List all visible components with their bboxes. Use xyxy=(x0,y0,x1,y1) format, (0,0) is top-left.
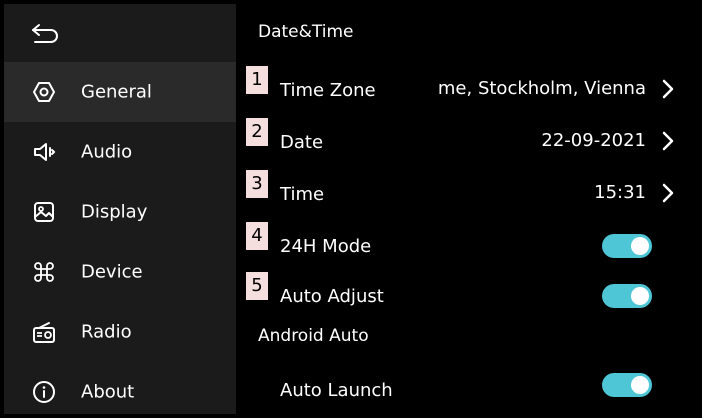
auto-adjust-toggle[interactable] xyxy=(602,284,652,308)
time-zone-row[interactable]: 1 Time Zone me, Stockholm, Vienna xyxy=(236,66,698,110)
section-title-date-time: Date&Time xyxy=(258,22,354,42)
sidebar-item-label: General xyxy=(81,81,152,103)
date-row[interactable]: 2 Date 22-09-2021 xyxy=(236,118,698,162)
row-number-badge: 1 xyxy=(246,66,268,94)
toggle-knob xyxy=(631,237,649,255)
section-title-android-auto: Android Auto xyxy=(258,326,369,346)
sidebar-item-label: Radio xyxy=(81,321,132,343)
auto-adjust-row: 5 Auto Adjust xyxy=(236,272,698,316)
24h-mode-row: 4 24H Mode xyxy=(236,222,698,266)
toggle-knob xyxy=(631,376,649,394)
settings-screen: General Audio Display Device Radio About… xyxy=(4,4,698,414)
auto-launch-row: Auto Launch xyxy=(236,366,698,410)
time-row[interactable]: 3 Time 15:31 xyxy=(236,170,698,214)
sidebar-item-label: Audio xyxy=(81,141,133,163)
time-zone-value: me, Stockholm, Vienna xyxy=(437,78,646,99)
24h-mode-toggle[interactable] xyxy=(602,234,652,258)
main-panel: Date&Time 1 Time Zone me, Stockholm, Vie… xyxy=(236,4,698,414)
time-value: 15:31 xyxy=(594,182,646,203)
settings-hexagon-icon xyxy=(33,82,55,102)
info-icon xyxy=(33,381,55,403)
chevron-right-icon xyxy=(662,131,674,151)
sidebar-item-audio[interactable]: Audio xyxy=(4,122,236,182)
row-label: 24H Mode xyxy=(280,236,372,257)
sidebar-item-device[interactable]: Device xyxy=(4,242,236,302)
row-number-badge: 3 xyxy=(246,170,268,198)
row-number-badge: 2 xyxy=(246,118,268,146)
chevron-right-icon xyxy=(662,183,674,203)
radio-icon xyxy=(33,322,55,343)
toggle-knob xyxy=(631,287,649,305)
sidebar-item-about[interactable]: About xyxy=(4,362,236,414)
row-label: Time xyxy=(280,184,325,205)
chevron-right-icon xyxy=(662,79,674,99)
row-label: Time Zone xyxy=(280,80,376,101)
speaker-icon xyxy=(34,143,56,161)
sidebar-item-display[interactable]: Display xyxy=(4,182,236,242)
date-value: 22-09-2021 xyxy=(541,130,646,151)
sidebar: General Audio Display Device Radio About xyxy=(4,4,236,414)
row-number-badge: 5 xyxy=(246,272,268,300)
sidebar-item-radio[interactable]: Radio xyxy=(4,302,236,362)
command-icon xyxy=(34,262,54,282)
row-label: Auto Launch xyxy=(280,380,393,401)
row-label: Date xyxy=(280,132,324,153)
sidebar-item-label: Display xyxy=(81,201,148,223)
auto-launch-toggle[interactable] xyxy=(602,373,652,397)
back-arrow-icon[interactable] xyxy=(29,21,63,47)
image-icon xyxy=(34,202,54,222)
sidebar-item-label: Device xyxy=(81,261,143,283)
row-number-badge: 4 xyxy=(246,222,268,250)
row-label: Auto Adjust xyxy=(280,286,384,307)
sidebar-item-label: About xyxy=(81,381,135,403)
sidebar-item-general[interactable]: General xyxy=(4,62,236,122)
